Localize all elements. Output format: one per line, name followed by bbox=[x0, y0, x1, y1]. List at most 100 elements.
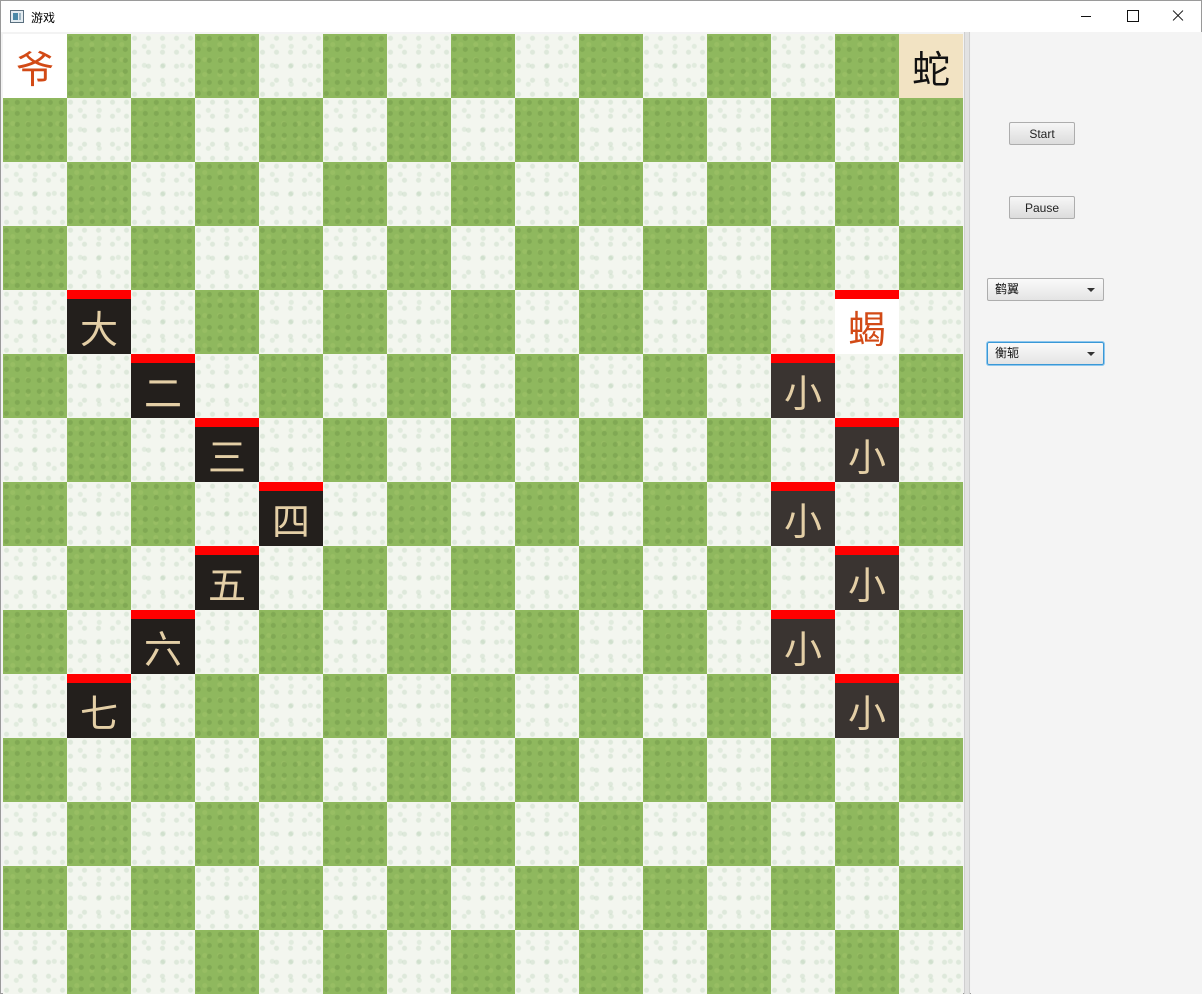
board-cell[interactable] bbox=[899, 738, 963, 802]
board-cell[interactable] bbox=[387, 802, 451, 866]
board-cell[interactable] bbox=[579, 930, 643, 994]
board-cell[interactable] bbox=[643, 738, 707, 802]
board-cell[interactable] bbox=[579, 866, 643, 930]
board-cell[interactable] bbox=[451, 354, 515, 418]
board-cell[interactable] bbox=[323, 162, 387, 226]
board-cell[interactable] bbox=[707, 930, 771, 994]
board-cell[interactable] bbox=[259, 738, 323, 802]
board-cell[interactable] bbox=[131, 162, 195, 226]
board-cell[interactable] bbox=[771, 738, 835, 802]
board-cell[interactable] bbox=[259, 930, 323, 994]
panel-divider[interactable] bbox=[964, 32, 970, 994]
board-cell[interactable] bbox=[899, 226, 963, 290]
board-cell[interactable] bbox=[387, 482, 451, 546]
board-cell[interactable] bbox=[131, 418, 195, 482]
board-cell[interactable] bbox=[195, 226, 259, 290]
board-cell[interactable] bbox=[835, 226, 899, 290]
maximize-button[interactable] bbox=[1109, 1, 1155, 31]
close-button[interactable] bbox=[1155, 1, 1201, 31]
board-cell[interactable] bbox=[67, 482, 131, 546]
board-cell[interactable] bbox=[259, 290, 323, 354]
board-cell[interactable] bbox=[387, 866, 451, 930]
board-cell[interactable] bbox=[643, 354, 707, 418]
board-cell[interactable] bbox=[899, 354, 963, 418]
board-cell[interactable] bbox=[451, 482, 515, 546]
board-cell[interactable] bbox=[67, 930, 131, 994]
right-team-piece[interactable]: 小 bbox=[835, 674, 899, 738]
board-cell[interactable] bbox=[707, 674, 771, 738]
board-cell[interactable] bbox=[3, 226, 67, 290]
board-cell[interactable] bbox=[131, 34, 195, 98]
board-cell[interactable] bbox=[835, 738, 899, 802]
board-cell[interactable] bbox=[451, 610, 515, 674]
board-cell[interactable] bbox=[3, 98, 67, 162]
board-cell[interactable] bbox=[643, 34, 707, 98]
board-cell[interactable] bbox=[67, 162, 131, 226]
board-cell[interactable] bbox=[835, 610, 899, 674]
board-cell[interactable] bbox=[579, 354, 643, 418]
board-cell[interactable] bbox=[67, 354, 131, 418]
board-cell[interactable] bbox=[259, 162, 323, 226]
board-cell[interactable] bbox=[451, 98, 515, 162]
board-cell[interactable] bbox=[899, 866, 963, 930]
board-cell[interactable] bbox=[515, 34, 579, 98]
board-cell[interactable] bbox=[259, 226, 323, 290]
board-cell[interactable] bbox=[579, 802, 643, 866]
board-cell[interactable] bbox=[323, 418, 387, 482]
board-cell[interactable] bbox=[707, 290, 771, 354]
board-cell[interactable] bbox=[451, 290, 515, 354]
board-cell[interactable] bbox=[387, 226, 451, 290]
board-cell[interactable] bbox=[67, 34, 131, 98]
board-cell[interactable] bbox=[515, 546, 579, 610]
board-cell[interactable] bbox=[707, 610, 771, 674]
board-cell[interactable] bbox=[131, 482, 195, 546]
board-cell[interactable] bbox=[579, 162, 643, 226]
left-team-piece[interactable]: 七 bbox=[67, 674, 131, 738]
board-cell[interactable] bbox=[707, 226, 771, 290]
board-cell[interactable] bbox=[259, 418, 323, 482]
board-cell[interactable] bbox=[451, 162, 515, 226]
board-cell[interactable] bbox=[451, 930, 515, 994]
board-cell[interactable] bbox=[835, 162, 899, 226]
board-cell[interactable] bbox=[643, 674, 707, 738]
board-cell[interactable] bbox=[835, 482, 899, 546]
board-cell[interactable] bbox=[515, 674, 579, 738]
start-button[interactable]: Start bbox=[1009, 122, 1075, 145]
board-cell[interactable] bbox=[3, 290, 67, 354]
board-cell[interactable] bbox=[515, 418, 579, 482]
board-cell[interactable] bbox=[3, 162, 67, 226]
board-cell[interactable] bbox=[771, 98, 835, 162]
right-team-piece[interactable]: 小 bbox=[771, 482, 835, 546]
board-cell[interactable] bbox=[67, 98, 131, 162]
board-cell[interactable] bbox=[259, 546, 323, 610]
board-cell[interactable] bbox=[579, 290, 643, 354]
board-cell[interactable] bbox=[67, 738, 131, 802]
board-cell[interactable] bbox=[515, 610, 579, 674]
board-cell[interactable] bbox=[387, 418, 451, 482]
board-cell[interactable] bbox=[579, 34, 643, 98]
board-cell[interactable] bbox=[451, 418, 515, 482]
board-cell[interactable] bbox=[899, 98, 963, 162]
board-cell[interactable] bbox=[195, 34, 259, 98]
board-cell[interactable] bbox=[643, 546, 707, 610]
board-cell[interactable] bbox=[515, 98, 579, 162]
board-cell[interactable] bbox=[835, 802, 899, 866]
board-cell[interactable] bbox=[707, 34, 771, 98]
board-cell[interactable] bbox=[515, 226, 579, 290]
board-cell[interactable] bbox=[387, 34, 451, 98]
board-cell[interactable] bbox=[771, 930, 835, 994]
board-cell[interactable] bbox=[323, 482, 387, 546]
board-cell[interactable] bbox=[451, 866, 515, 930]
board-cell[interactable] bbox=[387, 738, 451, 802]
board-cell[interactable] bbox=[323, 738, 387, 802]
board-cell[interactable] bbox=[3, 418, 67, 482]
board-cell[interactable] bbox=[195, 98, 259, 162]
board-cell[interactable] bbox=[131, 546, 195, 610]
pause-button[interactable]: Pause bbox=[1009, 196, 1075, 219]
board-cell[interactable] bbox=[579, 738, 643, 802]
board-cell[interactable] bbox=[67, 418, 131, 482]
board-cell[interactable] bbox=[195, 610, 259, 674]
board-cell[interactable] bbox=[899, 482, 963, 546]
right-team-piece[interactable]: 小 bbox=[771, 354, 835, 418]
board-cell[interactable] bbox=[899, 802, 963, 866]
